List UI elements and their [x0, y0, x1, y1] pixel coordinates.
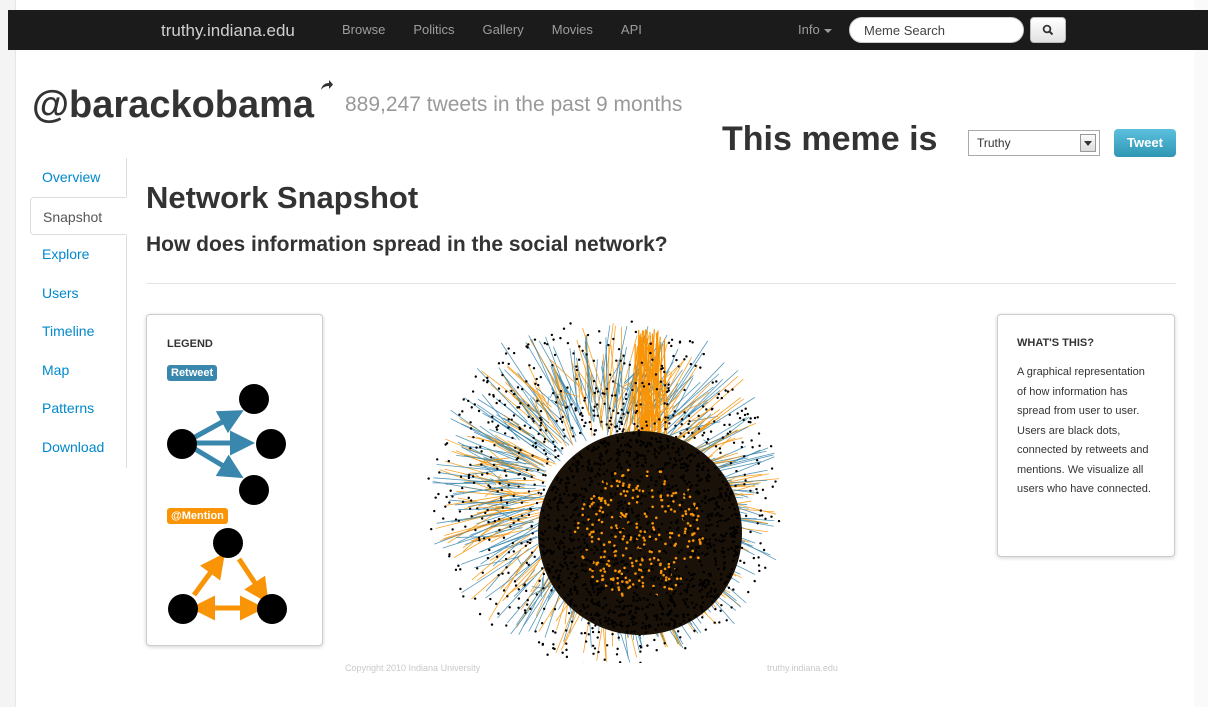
sidenav-download[interactable]: Download	[30, 428, 126, 467]
sidenav-explore[interactable]: Explore	[30, 235, 126, 274]
legend-node	[213, 528, 243, 558]
sidenav-timeline[interactable]: Timeline	[30, 312, 126, 351]
sidenav-snapshot[interactable]: Snapshot	[30, 196, 127, 235]
caret-down-icon	[823, 28, 832, 33]
legend-panel: LEGEND Retweet @Mention	[146, 314, 323, 646]
mention-badge: @Mention	[167, 508, 228, 524]
tweet-count: 889,247 tweets in the past 9 months	[345, 93, 683, 116]
meme-rating-select[interactable]: Truthy	[968, 130, 1100, 156]
top-navbar: truthy.indiana.edu Browse Politics Galle…	[8, 10, 1208, 50]
info-dropdown[interactable]: Info	[798, 10, 832, 50]
search-icon	[1042, 24, 1054, 36]
section-sidenav: Overview Snapshot Explore Users Timeline…	[30, 158, 127, 468]
whats-this-text: A graphical representation of how inform…	[1017, 366, 1151, 495]
nav-links: Browse Politics Gallery Movies API	[342, 10, 670, 50]
tweet-button[interactable]: Tweet	[1114, 129, 1176, 157]
network-core	[538, 431, 742, 635]
sidenav-users[interactable]: Users	[30, 274, 126, 313]
meme-title: @barackobama	[32, 84, 315, 126]
nav-gallery[interactable]: Gallery	[483, 10, 524, 50]
search-button[interactable]	[1030, 17, 1066, 43]
retweet-badge: Retweet	[167, 365, 218, 381]
legend-node	[239, 475, 269, 505]
legend-node	[257, 594, 287, 624]
nav-politics[interactable]: Politics	[413, 10, 454, 50]
page-title: Network Snapshot	[146, 180, 419, 215]
network-graph	[427, 320, 781, 663]
meme-is-label: This meme is	[722, 120, 938, 158]
nav-api[interactable]: API	[621, 10, 642, 50]
sidenav-map[interactable]: Map	[30, 351, 126, 390]
sidenav-overview[interactable]: Overview	[30, 158, 126, 197]
legend-node	[239, 384, 269, 414]
nav-movies[interactable]: Movies	[552, 10, 593, 50]
dropdown-arrow-icon	[1080, 134, 1096, 152]
sidenav-patterns[interactable]: Patterns	[30, 389, 126, 428]
legend-title: LEGEND	[167, 338, 213, 350]
share-icon[interactable]	[320, 79, 334, 91]
legend-node	[256, 429, 286, 459]
copyright-text: Copyright 2010 Indiana University	[345, 663, 481, 673]
meme-select-value: Truthy	[977, 136, 1011, 150]
legend-node	[167, 429, 197, 459]
brand-link[interactable]: truthy.indiana.edu	[161, 21, 295, 41]
background-strip-right	[1194, 0, 1208, 707]
legend-node	[168, 594, 198, 624]
divider	[146, 283, 1176, 284]
nav-browse[interactable]: Browse	[342, 10, 385, 50]
page-subtitle: How does information spread in the socia…	[146, 233, 668, 256]
whats-this-panel: WHAT'S THIS? A graphical representation …	[997, 314, 1175, 557]
meme-search-input[interactable]	[849, 17, 1024, 43]
info-label: Info	[798, 22, 820, 37]
watermark-text: truthy.indiana.edu	[767, 663, 838, 673]
whats-this-title: WHAT'S THIS?	[1017, 337, 1094, 349]
background-strip	[0, 0, 16, 707]
